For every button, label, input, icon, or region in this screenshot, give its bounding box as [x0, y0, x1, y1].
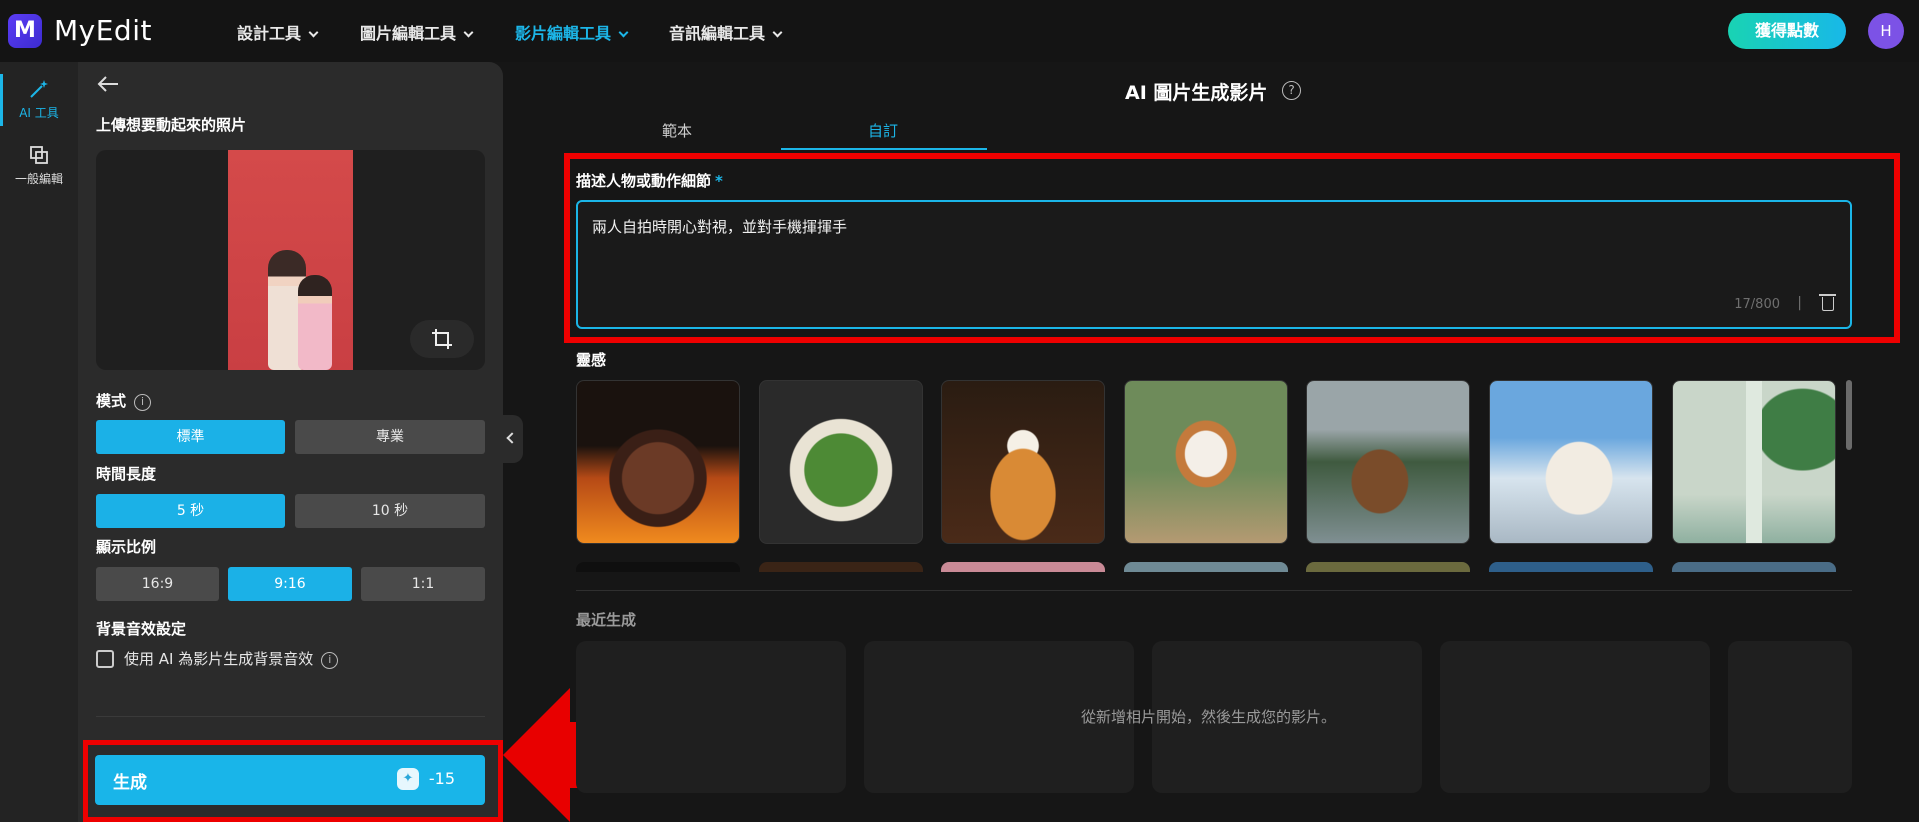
- duration-5s-button[interactable]: 5 秒: [96, 494, 285, 528]
- tab-templates[interactable]: 範本: [662, 120, 692, 141]
- myedit-logo-icon[interactable]: M: [8, 14, 42, 48]
- recent-slot: [1440, 641, 1710, 793]
- inspiration-scrollbar[interactable]: [1846, 380, 1852, 450]
- rail-item-general-edit[interactable]: 一般編輯: [0, 144, 78, 187]
- chevron-left-icon: [506, 432, 518, 444]
- recent-empty-message: 從新增相片開始，然後生成您的影片。: [1081, 708, 1337, 726]
- mode-standard-button[interactable]: 標準: [96, 420, 285, 454]
- inspiration-thumb-salad[interactable]: [759, 380, 923, 544]
- recent-slot: [576, 641, 846, 793]
- inspiration-thumb-row2[interactable]: [576, 562, 740, 572]
- inspiration-thumb-row2[interactable]: [1306, 562, 1470, 572]
- inspiration-thumb-pancakes[interactable]: [941, 380, 1105, 544]
- info-icon[interactable]: i: [134, 394, 152, 411]
- photo-person-child: [298, 275, 332, 370]
- page-title: AI 圖片生成影片: [1125, 82, 1268, 104]
- mode-label: 模式 i: [96, 390, 152, 411]
- tab-active-indicator: [781, 148, 987, 150]
- tab-custom[interactable]: 自訂: [868, 120, 898, 141]
- chevron-down-icon: [618, 27, 629, 38]
- inspiration-thumb-row2[interactable]: [941, 562, 1105, 572]
- nav-design-tools[interactable]: 設計工具: [237, 20, 319, 44]
- divider: [576, 590, 1852, 591]
- crop-icon: [432, 329, 452, 349]
- chevron-down-icon: [772, 27, 783, 38]
- description-highlight-box: [564, 153, 1900, 343]
- nav-image-tools[interactable]: 圖片編輯工具: [360, 20, 474, 44]
- inspiration-thumb-steak[interactable]: [576, 380, 740, 544]
- top-nav-bar: M MyEdit 設計工具 圖片編輯工具 影片編輯工具 音訊編輯工具 獲得點數 …: [0, 0, 1919, 62]
- help-icon[interactable]: ?: [1282, 81, 1301, 100]
- uploaded-photo: [228, 150, 353, 370]
- inspiration-thumb-row2[interactable]: [1672, 562, 1836, 572]
- inspiration-thumb-row2[interactable]: [1489, 562, 1653, 572]
- magic-wand-icon: [30, 80, 48, 98]
- audio-settings-label: 背景音效設定: [96, 620, 187, 638]
- ratio-9-16-button[interactable]: 9:16: [228, 567, 352, 601]
- duration-10s-button[interactable]: 10 秒: [295, 494, 485, 528]
- ratio-1-1-button[interactable]: 1:1: [361, 567, 485, 601]
- ai-audio-checkbox[interactable]: [96, 650, 114, 668]
- chevron-down-icon: [308, 27, 319, 38]
- inspiration-thumb-row2[interactable]: [759, 562, 923, 572]
- inspiration-thumb-skincare[interactable]: [1672, 380, 1836, 544]
- recent-slot: [1728, 641, 1852, 793]
- info-icon[interactable]: i: [321, 652, 339, 669]
- rail-item-ai-tools[interactable]: AI 工具: [0, 74, 78, 126]
- generate-highlight-box: [83, 740, 503, 822]
- inspiration-thumb-row2[interactable]: [1124, 562, 1288, 572]
- inspiration-thumb-capybara[interactable]: [1306, 380, 1470, 544]
- uploaded-photo-area[interactable]: [96, 150, 485, 370]
- upload-title: 上傳想要動起來的照片: [96, 116, 247, 134]
- tool-rail: AI 工具 一般編輯: [0, 62, 78, 822]
- crop-button[interactable]: [410, 320, 474, 358]
- ratio-16-9-button[interactable]: 16:9: [96, 567, 219, 601]
- layers-icon: [30, 146, 48, 164]
- nav-video-tools[interactable]: 影片編輯工具: [515, 20, 629, 44]
- back-arrow-icon[interactable]: [96, 74, 122, 94]
- inspiration-thumb-polar-bear[interactable]: [1489, 380, 1653, 544]
- get-points-button[interactable]: 獲得點數: [1728, 13, 1846, 49]
- collapse-panel-button[interactable]: [503, 415, 523, 463]
- ratio-label: 顯示比例: [96, 538, 157, 556]
- inspiration-label: 靈感: [576, 351, 607, 369]
- chevron-down-icon: [463, 27, 474, 38]
- user-avatar[interactable]: H: [1868, 13, 1904, 49]
- app-name[interactable]: MyEdit: [54, 14, 152, 47]
- ai-audio-checkbox-label[interactable]: 使用 AI 為影片生成背景音效 i: [124, 648, 339, 669]
- divider: [96, 716, 485, 717]
- duration-label: 時間長度: [96, 465, 157, 483]
- mode-pro-button[interactable]: 專業: [295, 420, 485, 454]
- recent-label: 最近生成: [576, 611, 637, 629]
- inspiration-thumb-dog[interactable]: [1124, 380, 1288, 544]
- nav-audio-tools[interactable]: 音訊編輯工具: [669, 20, 783, 44]
